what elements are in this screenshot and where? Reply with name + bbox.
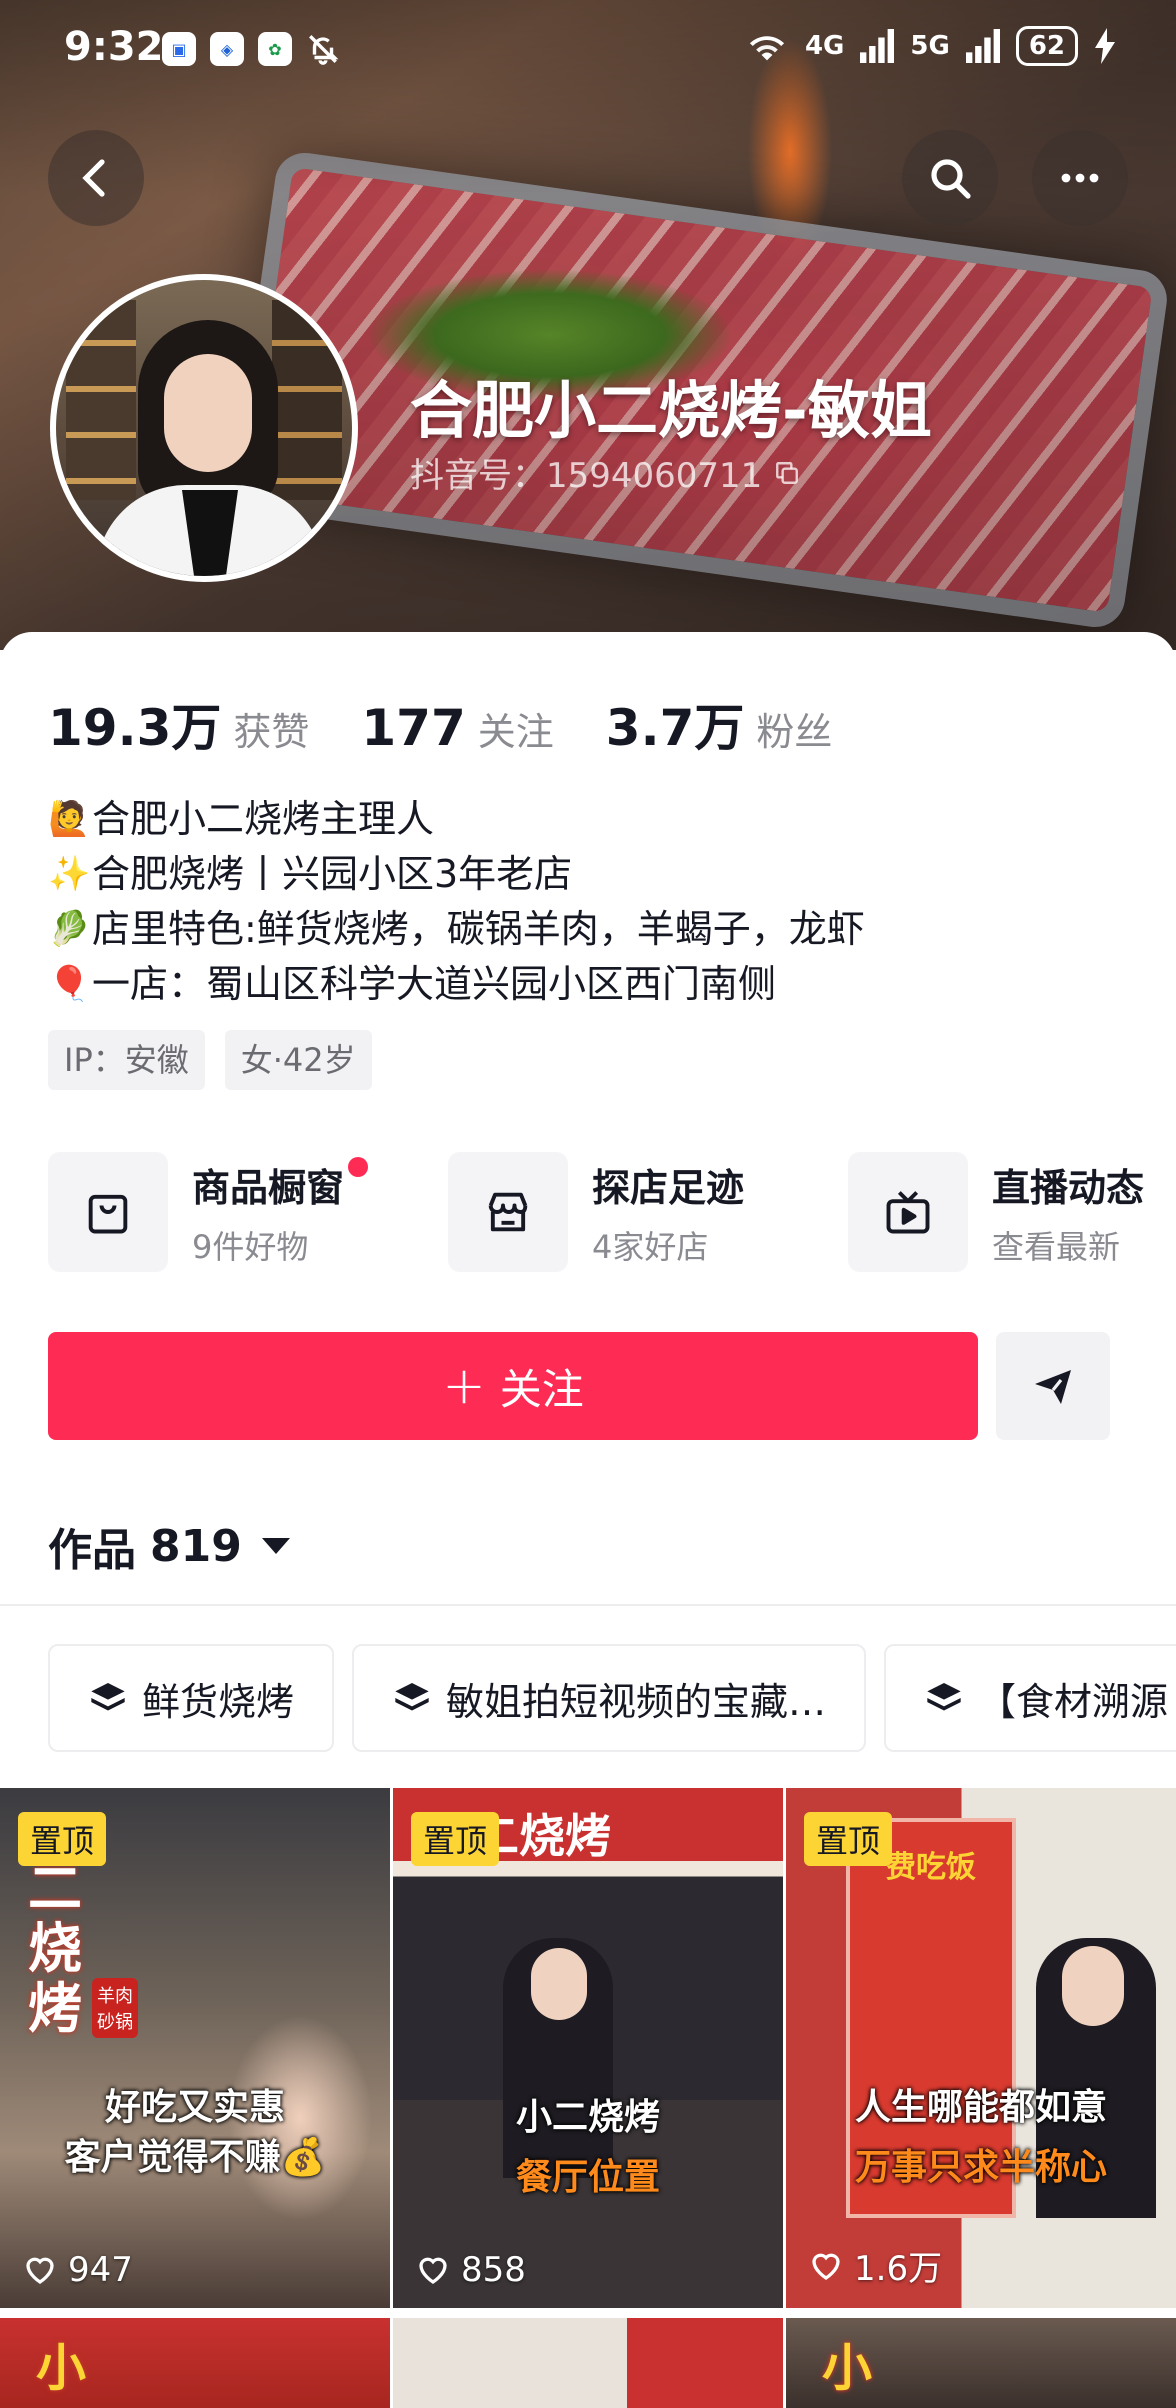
back-button[interactable]	[48, 130, 144, 226]
status-bar: 9:32 ▣ ◈ ✿ 4G 5G 62	[0, 0, 1176, 100]
battery-level: 62	[1015, 26, 1078, 66]
video-thumbnail[interactable]: 小	[0, 2318, 390, 2408]
notification-app-icon: ✿	[258, 32, 292, 66]
wifi-icon	[749, 36, 785, 61]
sparkles-emoji: ✨	[48, 854, 91, 894]
network-5g-label: 5G	[910, 31, 950, 61]
video-caption: 人生哪能都如意	[854, 2086, 1107, 2128]
video-thumbnail[interactable]: 二烧烤 羊肉砂锅 置顶 好吃又实惠 客户觉得不赚💰 947	[0, 1788, 390, 2308]
douyin-id[interactable]: 抖音号：1594060711	[410, 448, 800, 497]
balloon-emoji: 🎈	[48, 964, 91, 1004]
chevron-left-icon	[82, 159, 105, 197]
bio-line: 🥬 店里特色:鲜货烧烤，碳锅羊肉，羊蝎子，龙虾	[48, 902, 865, 957]
leafy-green-emoji: 🥬	[48, 909, 91, 949]
network-4g-label: 4G	[804, 31, 845, 61]
signal-icon	[860, 29, 895, 63]
cover-image: 9:32 ▣ ◈ ✿ 4G 5G 62 合肥小二烧烤-敏姐 抖音号：159406…	[0, 0, 1176, 650]
like-count: 947	[22, 2250, 133, 2290]
charging-icon	[1095, 28, 1115, 64]
search-icon	[931, 159, 971, 199]
stats-row: 19.3万 获赞 177 关注 3.7万 粉丝	[48, 688, 884, 760]
avatar[interactable]	[50, 274, 358, 582]
bio-line: 🙋 合肥小二烧烤主理人	[48, 792, 865, 847]
pinned-badge: 置顶	[804, 1812, 893, 1866]
profile-tags: IP：安徽 女·42岁	[48, 1030, 372, 1090]
heart-icon	[812, 2253, 840, 2280]
raising-hand-emoji: 🙋	[48, 799, 91, 839]
notification-app-icon: ◈	[210, 32, 244, 66]
bio: 🙋 合肥小二烧烤主理人 ✨ 合肥烧烤丨兴园小区3年老店 🥬 店里特色:鲜货烧烤，碳锅羊…	[48, 792, 865, 1012]
search-button[interactable]	[902, 130, 998, 226]
video-caption: 万事只求半称心	[854, 2146, 1107, 2188]
ip-location-tag: IP：安徽	[48, 1030, 205, 1090]
gender-age-tag: 女·42岁	[224, 1030, 372, 1090]
following-label[interactable]: 关注	[478, 701, 554, 756]
like-count: 1.6万	[808, 2241, 942, 2290]
copy-icon	[776, 461, 799, 484]
video-thumbnail[interactable]	[393, 2318, 783, 2408]
signal-icon	[965, 29, 1000, 63]
video-caption: 餐厅位置	[515, 2156, 660, 2198]
bio-line: 🎈 一店：蜀山区科学大道兴园小区西门南侧	[48, 957, 865, 1012]
heart-icon	[26, 2257, 54, 2284]
status-time: 9:32	[64, 24, 164, 70]
followers-label[interactable]: 粉丝	[756, 701, 832, 756]
likes-count[interactable]: 19.3万	[48, 688, 221, 760]
profile-name: 合肥小二烧烤-敏姐	[410, 374, 932, 447]
video-grid: 二烧烤 羊肉砂锅 置顶 好吃又实惠 客户觉得不赚💰 947 二烧烤 置顶 小二烧…	[0, 1158, 1176, 2408]
shop-sign: 羊肉砂锅	[92, 1978, 138, 2038]
pinned-badge: 置顶	[18, 1812, 107, 1866]
video-caption: 小二烧烤	[515, 2096, 660, 2138]
notification-app-icon: ▣	[162, 32, 196, 66]
video-thumbnail[interactable]: 二烧烤 置顶 小二烧烤 餐厅位置 858	[393, 1788, 783, 2308]
likes-label[interactable]: 获赞	[233, 701, 309, 756]
more-dots-icon	[1061, 173, 1099, 183]
thumb-char: 小	[36, 2338, 86, 2397]
douyin-id-text: 抖音号：1594060711	[410, 456, 763, 496]
like-count: 858	[415, 2250, 526, 2290]
following-count[interactable]: 177	[361, 699, 465, 757]
more-button[interactable]	[1032, 130, 1128, 226]
pinned-badge: 置顶	[411, 1812, 500, 1866]
video-thumbnail[interactable]: 费吃饭 置顶 人生哪能都如意 万事只求半称心 1.6万	[786, 1788, 1176, 2308]
video-caption: 客户觉得不赚💰	[64, 2136, 326, 2178]
side-title: 二烧烤	[28, 1856, 82, 2040]
thumb-char: 小	[822, 2338, 872, 2397]
bio-line: ✨ 合肥烧烤丨兴园小区3年老店	[48, 847, 865, 902]
video-thumbnail[interactable]: 小	[786, 2318, 1176, 2408]
video-caption: 好吃又实惠	[104, 2086, 285, 2128]
mute-bell-icon	[309, 35, 339, 65]
heart-icon	[419, 2257, 447, 2284]
followers-count[interactable]: 3.7万	[606, 688, 745, 760]
